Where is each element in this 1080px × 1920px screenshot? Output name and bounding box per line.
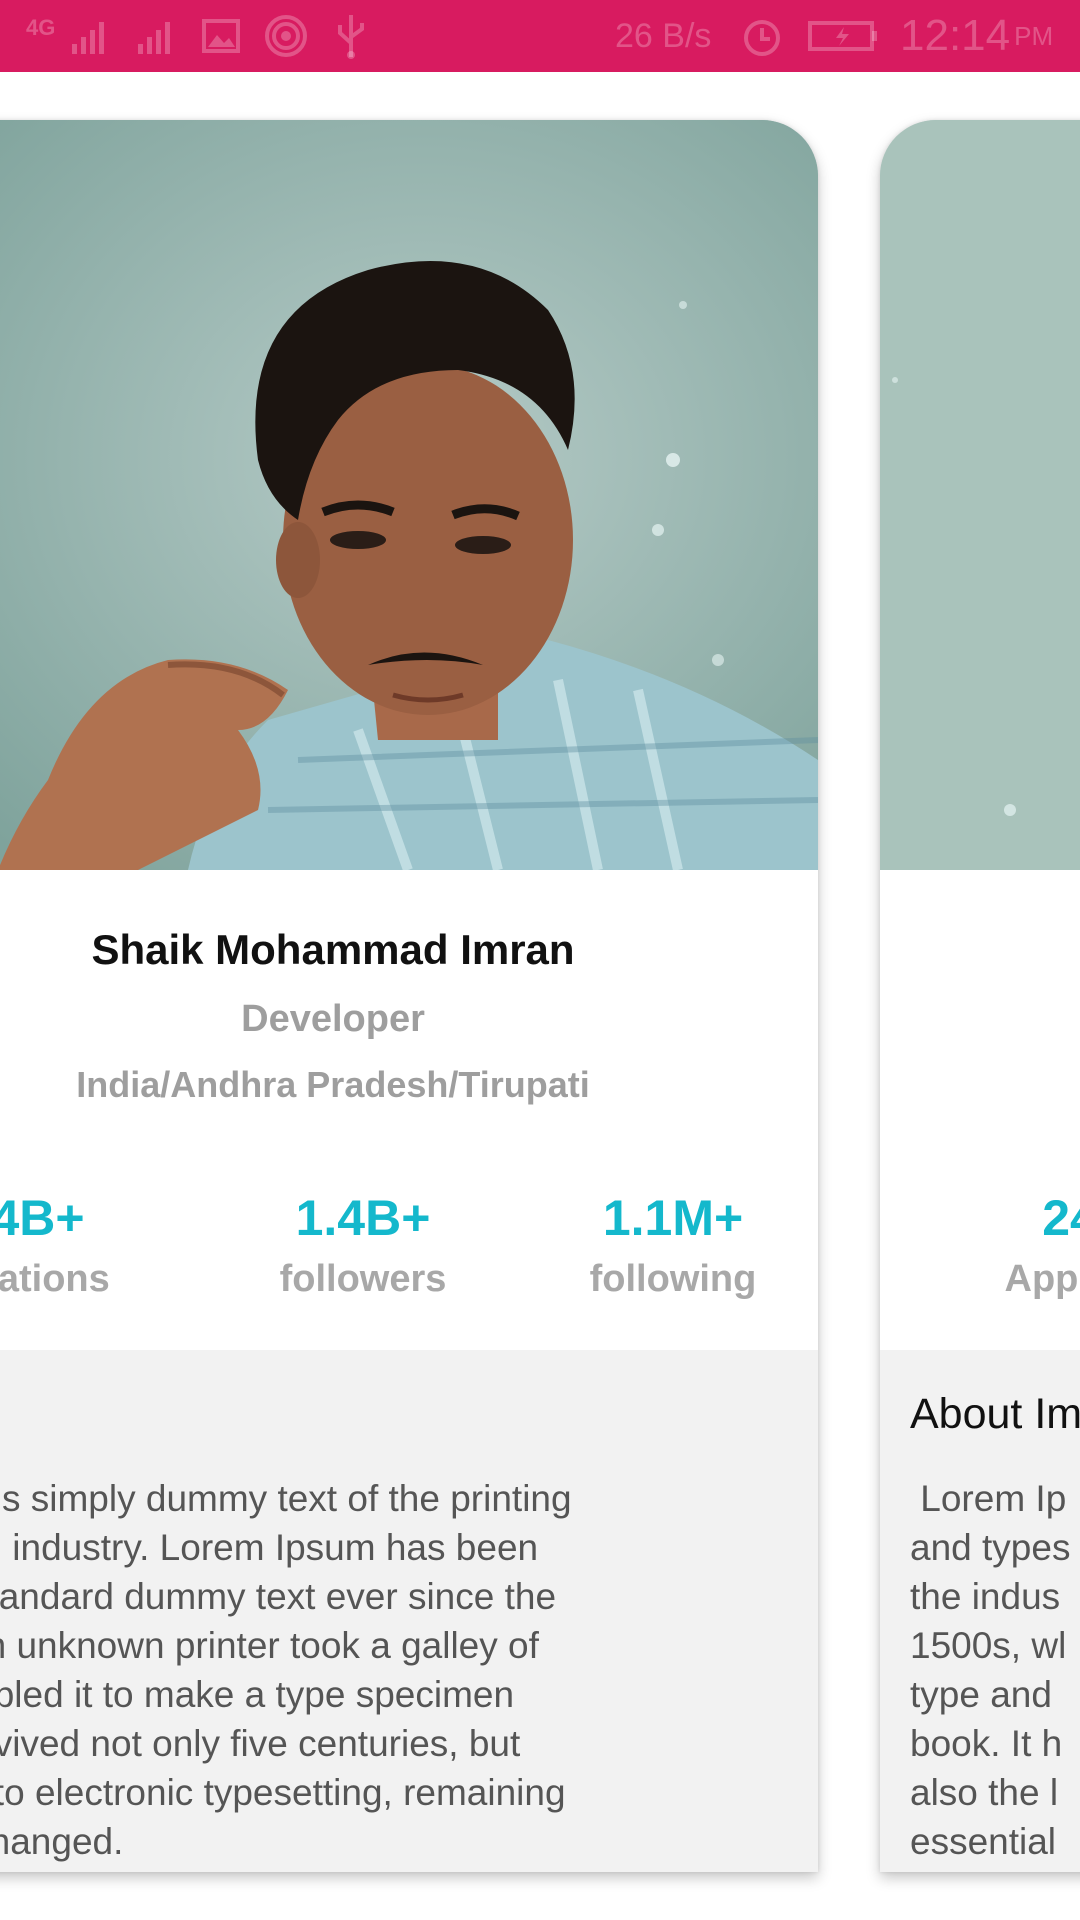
about-title: About Im: [910, 1390, 1080, 1438]
about-section: About Im Lorem Ip and types the indus 15…: [880, 1350, 1080, 1872]
profile-location: India/Andhra Pradesh/Tirupati: [76, 1064, 590, 1105]
battery-charging-icon: [808, 0, 880, 72]
profile-info: Shaik Mohammad Imran Developer India/And…: [0, 870, 818, 1350]
gallery-icon: [202, 0, 240, 72]
about-text: psum is simply dummy text of the printin…: [0, 1478, 572, 1862]
stat-label: following: [589, 1258, 757, 1300]
network-speed: 26 B/s: [615, 16, 712, 55]
status-bar: 4G 26 B/s 12:14 PM: [0, 0, 1080, 72]
clock-ampm: PM: [1014, 20, 1054, 51]
stat-value: 1.4B+: [295, 1190, 431, 1246]
profile-info: 24 Apprec: [880, 870, 1080, 1350]
stat-value: 1.1M+: [602, 1190, 744, 1246]
stat-label: followers: [279, 1258, 447, 1300]
signal-icon: [70, 0, 120, 72]
clock-time: 12:14: [900, 11, 1011, 60]
stat-following[interactable]: 1.1M+ following: [533, 1188, 813, 1301]
stat-appreciations[interactable]: 4B+ ciations: [0, 1188, 178, 1301]
stat-label: ciations: [0, 1258, 110, 1300]
stat-followers[interactable]: 1.4B+ followers: [223, 1188, 503, 1301]
clock: 12:14 PM: [900, 0, 1053, 72]
profile-photo: [0, 120, 818, 870]
alarm-icon: [740, 0, 784, 72]
profile-photo: [880, 120, 1080, 870]
profile-role: Developer: [241, 998, 425, 1040]
hotspot-icon: [264, 0, 308, 72]
stat-value: 24: [1042, 1190, 1080, 1246]
network-type-label: 4G: [26, 15, 56, 40]
stat-label: Apprec: [1004, 1258, 1080, 1300]
profile-name: Shaik Mohammad Imran: [91, 926, 575, 973]
stat-value: 4B+: [0, 1190, 85, 1246]
usb-icon: [332, 0, 370, 72]
about-text: Lorem Ip and types the indus 1500s, wl t…: [910, 1478, 1071, 1862]
profile-card-pager[interactable]: Shaik Mohammad Imran Developer India/And…: [0, 72, 1080, 1920]
profile-card[interactable]: Shaik Mohammad Imran Developer India/And…: [0, 120, 818, 1872]
signal-icon: [136, 0, 186, 72]
stat-appreciations[interactable]: 24 Apprec: [930, 1188, 1080, 1301]
about-section: nran psum is simply dummy text of the pr…: [0, 1350, 818, 1872]
profile-card-next[interactable]: 24 Apprec About Im Lorem Ip and types th…: [880, 120, 1080, 1872]
